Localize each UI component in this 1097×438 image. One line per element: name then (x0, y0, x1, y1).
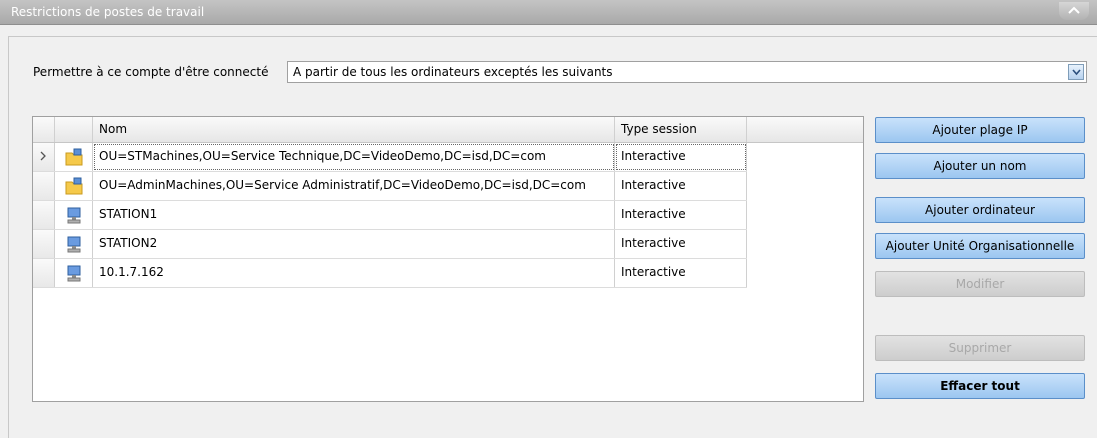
computer-icon (67, 207, 81, 224)
permission-selected-value: A partir de tous les ordinateurs excepté… (293, 65, 613, 79)
row-name-text: STATION1 (99, 207, 158, 221)
row-selector[interactable] (33, 172, 55, 200)
chevron-down-icon (1072, 69, 1081, 76)
row-icon-cell (55, 143, 93, 171)
row-name-text: OU=AdminMachines,OU=Service Administrati… (99, 178, 586, 192)
row-selector[interactable] (33, 143, 55, 171)
table-row[interactable]: OU=STMachines,OU=Service Technique,DC=Vi… (33, 143, 747, 172)
permission-label: Permettre à ce compte d'être connecté (33, 65, 269, 79)
row-icon-cell (55, 201, 93, 229)
column-header-session-type[interactable]: Type session (615, 117, 747, 142)
add-ip-range-button[interactable]: Ajouter plage IP (875, 117, 1085, 143)
collapse-button[interactable] (1059, 2, 1089, 20)
header-selector-cell (33, 117, 55, 142)
delete-button[interactable]: Supprimer (875, 335, 1085, 361)
row-session-type-text: Interactive (621, 207, 686, 221)
workstation-grid[interactable]: Nom Type session OU=STMachines,OU=Servic… (32, 116, 864, 402)
table-row[interactable]: OU=AdminMachines,OU=Service Administrati… (33, 172, 747, 201)
row-name-text: OU=STMachines,OU=Service Technique,DC=Vi… (99, 149, 546, 163)
permission-dropdown[interactable]: A partir de tous les ordinateurs excepté… (287, 61, 1087, 83)
row-session-type-text: Interactive (621, 236, 686, 250)
row-session-type-text: Interactive (621, 265, 686, 279)
column-header-name[interactable]: Nom (93, 117, 615, 142)
row-name: OU=STMachines,OU=Service Technique,DC=Vi… (93, 143, 615, 171)
clear-all-button[interactable]: Effacer tout (875, 373, 1085, 399)
row-session-type: Interactive (615, 230, 747, 258)
row-session-type: Interactive (615, 201, 747, 229)
row-name: STATION1 (93, 201, 615, 229)
row-selector[interactable] (33, 201, 55, 229)
row-session-type-text: Interactive (621, 149, 686, 163)
panel-title: Restrictions de postes de travail (11, 5, 205, 19)
row-session-type: Interactive (615, 259, 747, 287)
row-icon-cell (55, 230, 93, 258)
add-ou-button[interactable]: Ajouter Unité Organisationnelle (875, 233, 1085, 259)
computer-icon (67, 265, 81, 282)
row-selector[interactable] (33, 230, 55, 258)
row-icon-cell (55, 172, 93, 200)
modify-button[interactable]: Modifier (875, 271, 1085, 297)
row-session-type: Interactive (615, 143, 747, 171)
current-row-arrow-icon (40, 151, 46, 161)
ou-folder-icon (65, 177, 83, 195)
row-name: OU=AdminMachines,OU=Service Administrati… (93, 172, 615, 200)
header-filler-cell (747, 117, 863, 142)
row-icon-cell (55, 259, 93, 287)
column-header-session-type-label: Type session (621, 122, 697, 136)
row-session-type-text: Interactive (621, 178, 686, 192)
grid-header: Nom Type session (33, 117, 863, 143)
panel-title-bar: Restrictions de postes de travail (0, 0, 1097, 25)
row-name-text: 10.1.7.162 (99, 265, 164, 279)
row-name: 10.1.7.162 (93, 259, 615, 287)
row-selector[interactable] (33, 259, 55, 287)
dropdown-button[interactable] (1068, 64, 1084, 80)
row-name-text: STATION2 (99, 236, 158, 250)
table-row[interactable]: STATION2 Interactive (33, 230, 747, 259)
chevron-up-icon (1068, 6, 1080, 14)
add-computer-button[interactable]: Ajouter ordinateur (875, 197, 1085, 223)
add-name-button[interactable]: Ajouter un nom (875, 153, 1085, 179)
column-header-name-label: Nom (99, 122, 128, 136)
header-icon-cell (55, 117, 93, 142)
row-session-type: Interactive (615, 172, 747, 200)
table-row[interactable]: STATION1 Interactive (33, 201, 747, 230)
table-row[interactable]: 10.1.7.162 Interactive (33, 259, 747, 288)
ou-folder-icon (65, 148, 83, 166)
computer-icon (67, 236, 81, 253)
row-name: STATION2 (93, 230, 615, 258)
